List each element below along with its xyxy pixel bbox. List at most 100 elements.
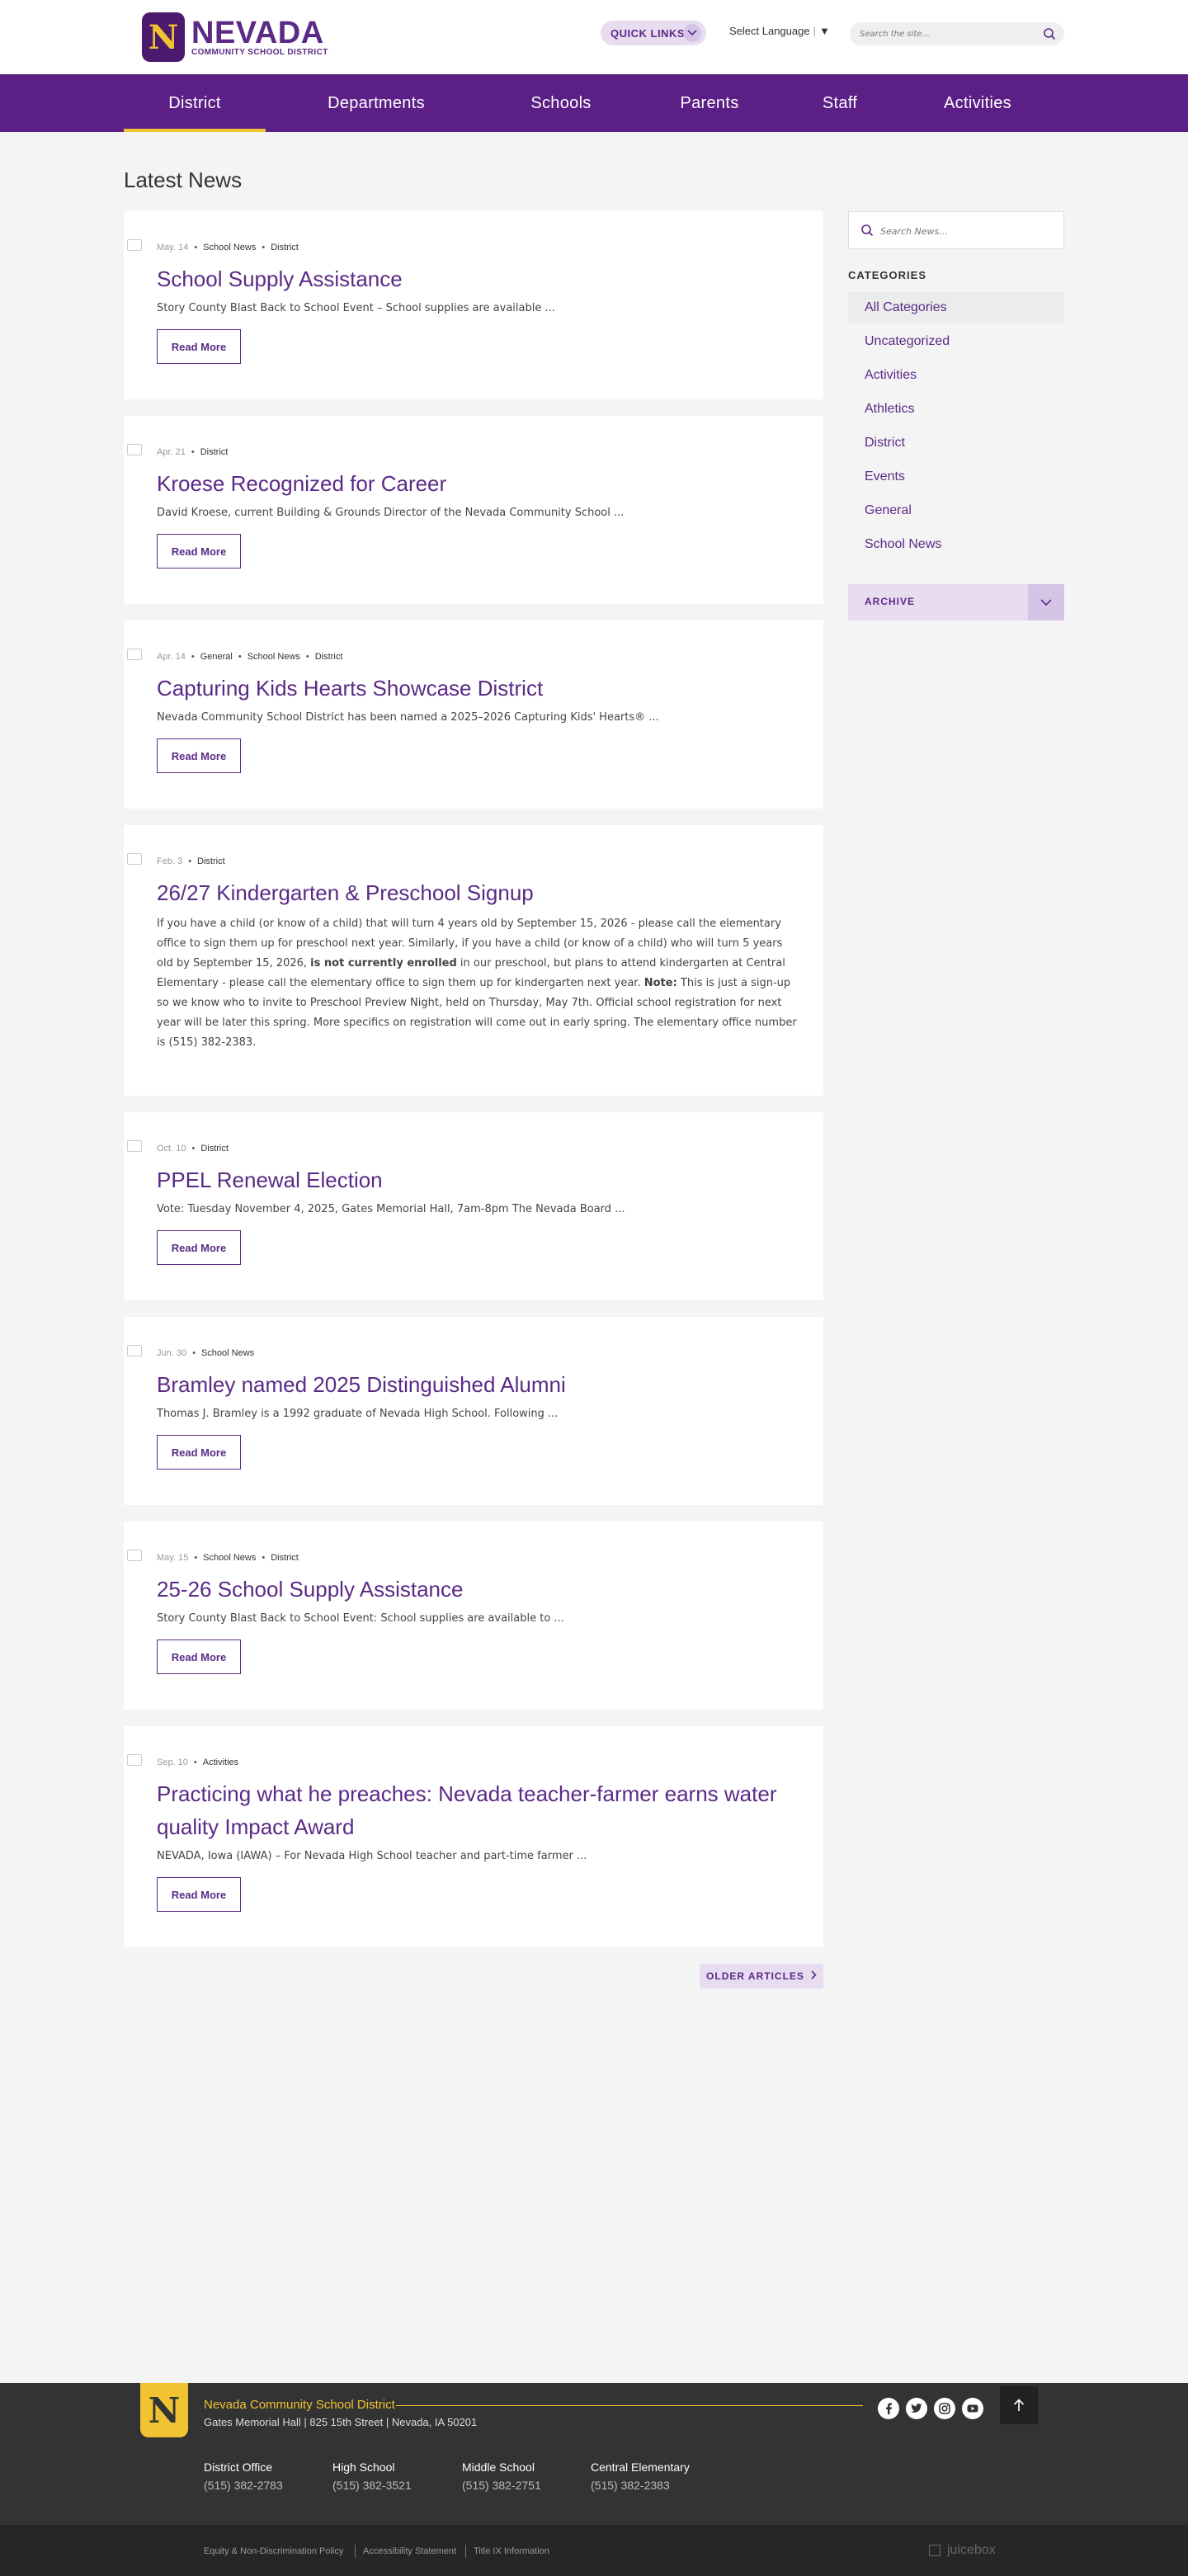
read-more-button[interactable]: Read More — [157, 329, 241, 364]
post-icon — [127, 1140, 142, 1152]
post-category[interactable]: Activities — [203, 1757, 238, 1767]
title-ix-link[interactable]: Title IX Information — [474, 2546, 549, 2556]
post-category[interactable]: School News — [201, 1348, 254, 1358]
page-title: Latest News — [124, 167, 243, 192]
logo-subtitle: COMMUNITY SCHOOL DISTRICT — [191, 47, 328, 57]
logo-mark: N — [142, 12, 185, 62]
post-title[interactable]: School Supply Assistance — [157, 262, 800, 295]
read-more-button[interactable]: Read More — [157, 1877, 241, 1912]
category-general[interactable]: General — [848, 495, 1064, 526]
contact-high-school: High School (515) 382-3521 — [332, 2460, 412, 2492]
post-icon — [127, 1550, 142, 1561]
post-title[interactable]: 25-26 School Supply Assistance — [157, 1573, 800, 1606]
language-select[interactable]: Select Language | ▼ — [729, 25, 830, 37]
equity-policy-link[interactable]: Equity & Non-Discrimination Policy — [204, 2546, 343, 2556]
post-excerpt: Thomas J. Bramley is a 1992 graduate of … — [157, 1408, 559, 1420]
older-articles-button[interactable]: OLDER ARTICLES — [700, 1964, 823, 1989]
back-to-top-button[interactable] — [1000, 2386, 1038, 2424]
search-icon[interactable] — [1043, 27, 1056, 44]
news-search-input[interactable] — [880, 222, 1054, 240]
post-category[interactable]: District — [271, 1553, 299, 1563]
category-all[interactable]: All Categories — [848, 292, 1064, 323]
news-card: Jun. 30 • School News Bramley named 2025 D… — [124, 1317, 823, 1505]
category-activities[interactable]: Activities — [848, 360, 1064, 391]
accessibility-link[interactable]: Accessibility Statement — [363, 2546, 456, 2556]
post-meta: Jun. 30 • School News — [157, 1348, 255, 1358]
nav-district[interactable]: District — [124, 74, 266, 132]
post-category[interactable]: District — [197, 856, 225, 866]
post-meta: May. 15 • School News • District — [157, 1553, 299, 1563]
contact-district-office: District Office (515) 382-2783 — [204, 2460, 283, 2492]
news-card: Sep. 10 • Activities Practicing what he pr… — [124, 1726, 823, 1947]
post-icon — [127, 239, 142, 251]
news-card: May. 14 • School News • District School Supp… — [124, 211, 823, 399]
post-excerpt: David Kroese, current Building & Grounds… — [157, 507, 625, 519]
chevron-down-icon — [1028, 584, 1064, 620]
post-excerpt: Vote: Tuesday November 4, 2025, Gates Me… — [157, 1203, 625, 1215]
footer-district-name: Nevada Community School District — [204, 2398, 395, 2412]
post-excerpt: Nevada Community School District has bee… — [157, 711, 659, 724]
post-icon — [127, 1345, 142, 1356]
news-card: Oct. 10 • District PPEL Renewal Election V… — [124, 1112, 823, 1300]
post-icon — [127, 444, 142, 455]
post-title[interactable]: PPEL Renewal Election — [157, 1163, 800, 1196]
search-icon[interactable] — [860, 224, 874, 240]
post-category[interactable]: District — [271, 243, 299, 252]
read-more-button[interactable]: Read More — [157, 1230, 241, 1265]
caret-down-icon: ▼ — [818, 25, 830, 37]
site-footer: N Nevada Community School District Gates… — [0, 2383, 1188, 2525]
post-category[interactable]: District — [200, 1144, 229, 1154]
contact-middle-school: Middle School (515) 382-2751 — [462, 2460, 541, 2492]
instagram-icon[interactable] — [934, 2398, 955, 2419]
post-meta: Sep. 10 • Activities — [157, 1757, 239, 1767]
nav-activities[interactable]: Activities — [916, 74, 1040, 132]
read-more-button[interactable]: Read More — [157, 738, 241, 773]
post-excerpt: Story County Blast Back to School Event:… — [157, 1612, 564, 1625]
category-school-news[interactable]: School News — [848, 529, 1064, 560]
post-meta: May. 14 • School News • District — [157, 243, 299, 252]
post-category[interactable]: School News — [203, 1553, 256, 1563]
category-athletics[interactable]: Athletics — [848, 394, 1064, 425]
post-title[interactable]: Bramley named 2025 Distinguished Alumni — [157, 1368, 800, 1401]
post-title[interactable]: 26/27 Kindergarten & Preschool Signup — [157, 876, 800, 909]
read-more-button[interactable]: Read More — [157, 1435, 241, 1470]
nav-parents[interactable]: Parents — [652, 74, 767, 132]
juicebox-logo-icon — [929, 2545, 940, 2556]
nav-staff[interactable]: Staff — [792, 74, 888, 132]
post-category[interactable]: District — [200, 447, 229, 457]
post-category[interactable]: District — [315, 652, 343, 662]
site-logo[interactable]: N NEVADA COMMUNITY SCHOOL DISTRICT — [124, 0, 342, 74]
news-card: Feb. 3 • District 26/27 Kindergarten & Pre… — [124, 825, 823, 1096]
logo-title: NEVADA — [191, 15, 324, 50]
post-meta: Feb. 3 • District — [157, 856, 225, 866]
site-search — [850, 22, 1064, 45]
chevron-down-icon — [683, 24, 701, 42]
facebook-icon[interactable] — [878, 2398, 899, 2419]
site-search-input[interactable] — [850, 22, 1031, 45]
post-category[interactable]: School News — [203, 243, 256, 252]
post-title[interactable]: Practicing what he preaches: Nevada teac… — [157, 1777, 800, 1843]
read-more-button[interactable]: Read More — [157, 1639, 241, 1674]
youtube-icon[interactable] — [962, 2398, 983, 2419]
category-district[interactable]: District — [848, 427, 1064, 459]
twitter-icon[interactable] — [906, 2398, 927, 2419]
archive-dropdown[interactable]: ARCHIVE — [848, 584, 1064, 620]
category-events[interactable]: Events — [848, 461, 1064, 493]
category-uncategorized[interactable]: Uncategorized — [848, 326, 1064, 357]
post-title[interactable]: Kroese Recognized for Career — [157, 467, 800, 500]
post-category[interactable]: General — [200, 652, 233, 662]
post-category[interactable]: School News — [248, 652, 300, 662]
post-icon — [127, 1754, 142, 1766]
read-more-button[interactable]: Read More — [157, 534, 241, 569]
post-icon — [127, 649, 142, 660]
post-title[interactable]: Capturing Kids Hearts Showcase District — [157, 672, 800, 705]
news-card: Apr. 14 • General • School News • District Cap… — [124, 620, 823, 809]
post-excerpt: NEVADA, Iowa (IAWA) – For Nevada High Sc… — [157, 1850, 587, 1862]
juicebox-credit[interactable]: juicebox — [929, 2543, 996, 2558]
nav-schools[interactable]: Schools — [495, 74, 627, 132]
post-meta: Apr. 14 • General • School News • District — [157, 652, 343, 662]
footer-address: Gates Memorial Hall | 825 15th Street | … — [204, 2416, 478, 2428]
nav-departments[interactable]: Departments — [305, 74, 447, 132]
quick-links-button[interactable]: QUICK LINKS — [601, 21, 706, 45]
footer-logo[interactable]: N — [140, 2383, 188, 2437]
